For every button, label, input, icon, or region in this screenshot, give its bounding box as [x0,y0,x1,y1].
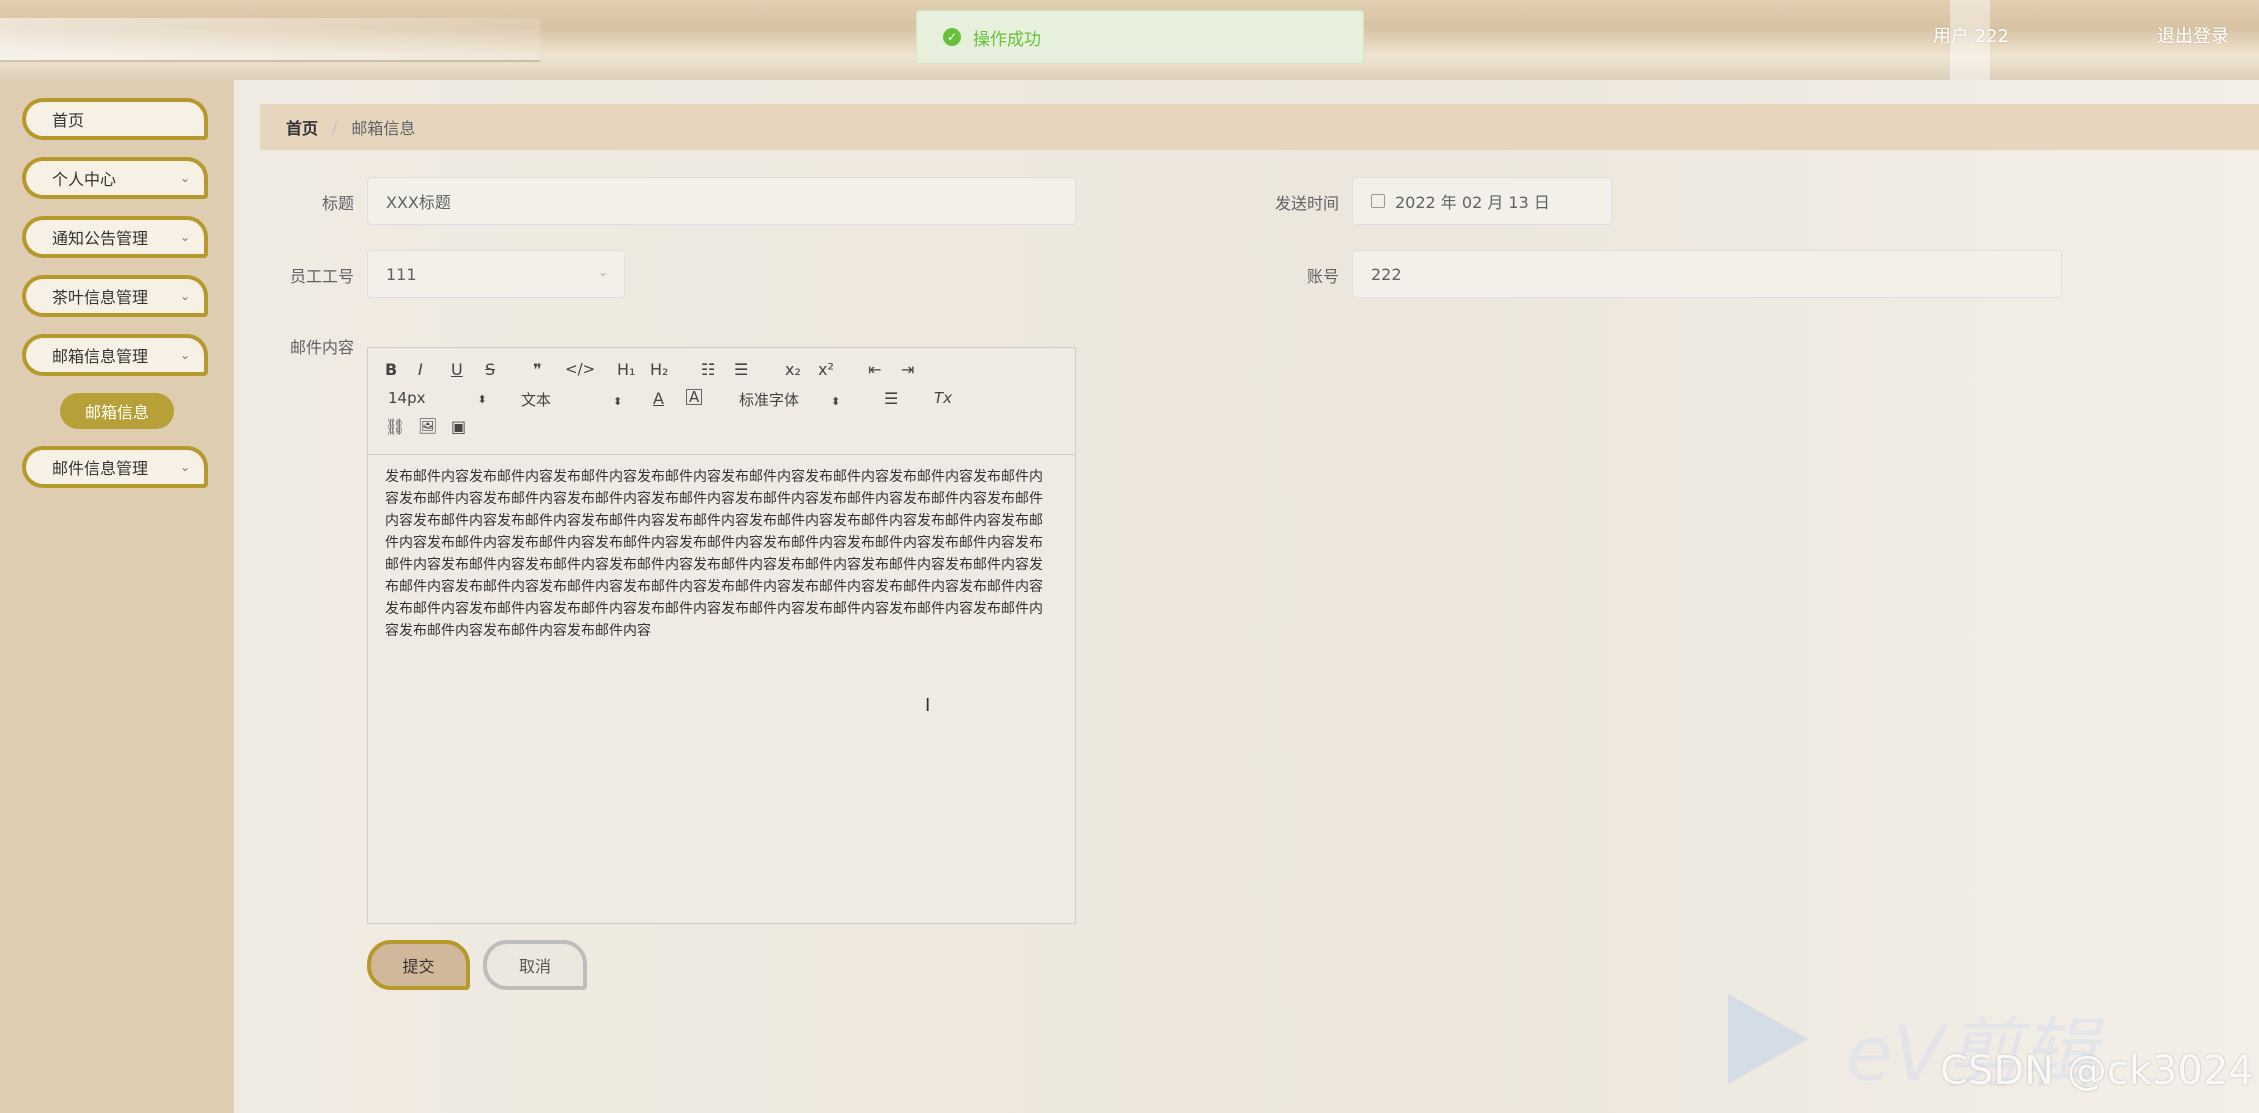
editor-content[interactable]: 发布邮件内容发布邮件内容发布邮件内容发布邮件内容发布邮件内容发布邮件内容发布邮件… [385,466,1053,642]
account-value: 222 [1371,264,1402,284]
background-color-icon[interactable]: A [686,389,703,405]
calendar-icon [1371,194,1385,208]
bullet-list-icon[interactable]: ☰ [734,360,748,379]
main-content: 首页 / 邮箱信息 标题 XXX标题 发送时间 2022 年 02 月 13 日… [234,80,2259,1113]
ordered-list-icon[interactable]: ☷ [701,360,715,379]
clean-format-icon[interactable]: Tx [934,389,952,407]
superscript-icon[interactable]: x² [818,360,834,379]
breadcrumb-current: 邮箱信息 [351,119,416,138]
watermark-csdn: CSDN @ck3024 [1940,1048,2254,1094]
watermark-play-icon [1728,994,1808,1084]
chevron-down-icon: ⌄ [179,289,190,303]
underline-icon[interactable]: U [451,360,463,379]
breadcrumb: 首页 / 邮箱信息 [260,104,2259,150]
toast-message: 操作成功 [973,29,1041,50]
submit-label: 提交 [402,957,435,976]
sidebar-item-label: 通知公告管理 [52,229,149,248]
sidebar: 首页 个人中心 ⌄ 通知公告管理 ⌄ 茶叶信息管理 ⌄ 邮箱信息管理 ⌄ 邮箱信… [0,80,234,1113]
employee-no-value: 111 [386,264,417,284]
chevron-down-icon: ⌄ [597,265,608,279]
success-toast: ✓ 操作成功 [916,10,1364,64]
send-time-label: 发送时间 [1274,194,1339,213]
sidebar-item-home[interactable]: 首页 [22,98,208,140]
sidebar-item-mailbox-management[interactable]: 邮箱信息管理 ⌄ [22,334,208,376]
font-size-value: 14px [388,389,426,407]
breadcrumb-separator: / [332,117,338,137]
blockquote-icon[interactable]: ❞ [533,360,542,379]
bold-icon[interactable]: B [385,360,397,379]
cancel-label: 取消 [518,957,551,976]
font-size-picker[interactable]: 14px ⬍ [388,389,487,407]
chevron-down-icon: ⌄ [179,348,190,362]
sidebar-item-label: 个人中心 [52,170,117,189]
header-decoration [0,18,540,62]
cancel-button[interactable]: 取消 [483,940,587,990]
editor-toolbar: B I U S ❞ </> H₁ H₂ ☷ ☰ x₂ x² ⇤ ⇥ 14px ⬍ … [368,348,1075,455]
italic-icon[interactable]: I [418,360,423,379]
sidebar-item-label: 茶叶信息管理 [52,288,149,307]
send-time-picker[interactable]: 2022 年 02 月 13 日 [1352,177,1612,225]
header-picker-value: 文本 [521,391,552,409]
employee-no-select[interactable]: 111 ⌄ [367,250,625,298]
sidebar-item-tea-management[interactable]: 茶叶信息管理 ⌄ [22,275,208,317]
current-user-label: 用户 222 [1932,26,2009,47]
title-value: XXX标题 [386,193,451,212]
breadcrumb-home[interactable]: 首页 [286,115,318,139]
logout-link[interactable]: 退出登录 [2157,22,2229,48]
header-2-icon[interactable]: H₂ [650,360,668,379]
sidebar-item-label: 首页 [52,111,85,130]
strike-icon[interactable]: S [485,360,495,379]
chevron-down-icon: ⌄ [179,460,190,474]
sidebar-item-personal-center[interactable]: 个人中心 ⌄ [22,157,208,199]
subscript-icon[interactable]: x₂ [785,360,801,379]
content-label: 邮件内容 [289,338,354,357]
sidebar-item-label: 邮箱信息管理 [52,347,149,366]
sidebar-item-notice-management[interactable]: 通知公告管理 ⌄ [22,216,208,258]
updown-icon: ⬍ [477,393,487,406]
title-input[interactable]: XXX标题 [367,177,1076,225]
sidebar-subitem-mailbox-info[interactable]: 邮箱信息 [60,393,174,429]
align-icon[interactable]: ☰ [884,389,898,408]
chevron-down-icon: ⌄ [179,171,190,185]
video-icon[interactable]: ▣ [451,417,466,436]
header-1-icon[interactable]: H₁ [617,360,635,379]
title-label: 标题 [321,194,354,213]
sidebar-item-label: 邮件信息管理 [52,459,149,478]
image-icon[interactable]: 🖼 [418,417,437,435]
employee-no-label: 员工工号 [289,267,354,286]
updown-icon: ⬍ [613,395,623,408]
send-time-value: 2022 年 02 月 13 日 [1395,193,1550,212]
submit-button[interactable]: 提交 [367,940,470,990]
code-block-icon[interactable]: </> [565,360,595,378]
account-input[interactable]: 222 [1352,250,2062,298]
link-icon[interactable]: ⛓ [385,417,405,436]
rich-text-editor[interactable]: B I U S ❞ </> H₁ H₂ ☷ ☰ x₂ x² ⇤ ⇥ 14px ⬍ … [367,347,1076,924]
indent-icon[interactable]: ⇥ [901,360,914,379]
chevron-down-icon: ⌄ [179,230,190,244]
font-family-picker[interactable]: 标准字体 ⬍ [739,389,840,410]
sidebar-item-mail-management[interactable]: 邮件信息管理 ⌄ [22,446,208,488]
sidebar-subitem-label: 邮箱信息 [84,403,149,422]
font-family-value: 标准字体 [739,391,800,409]
text-color-icon[interactable]: A [653,389,664,408]
header-picker[interactable]: 文本 ⬍ [521,389,622,410]
text-cursor-icon: I [925,695,931,716]
updown-icon: ⬍ [831,395,841,408]
check-circle-icon: ✓ [943,28,961,46]
outdent-icon[interactable]: ⇤ [868,360,881,379]
account-label: 账号 [1306,267,1339,286]
